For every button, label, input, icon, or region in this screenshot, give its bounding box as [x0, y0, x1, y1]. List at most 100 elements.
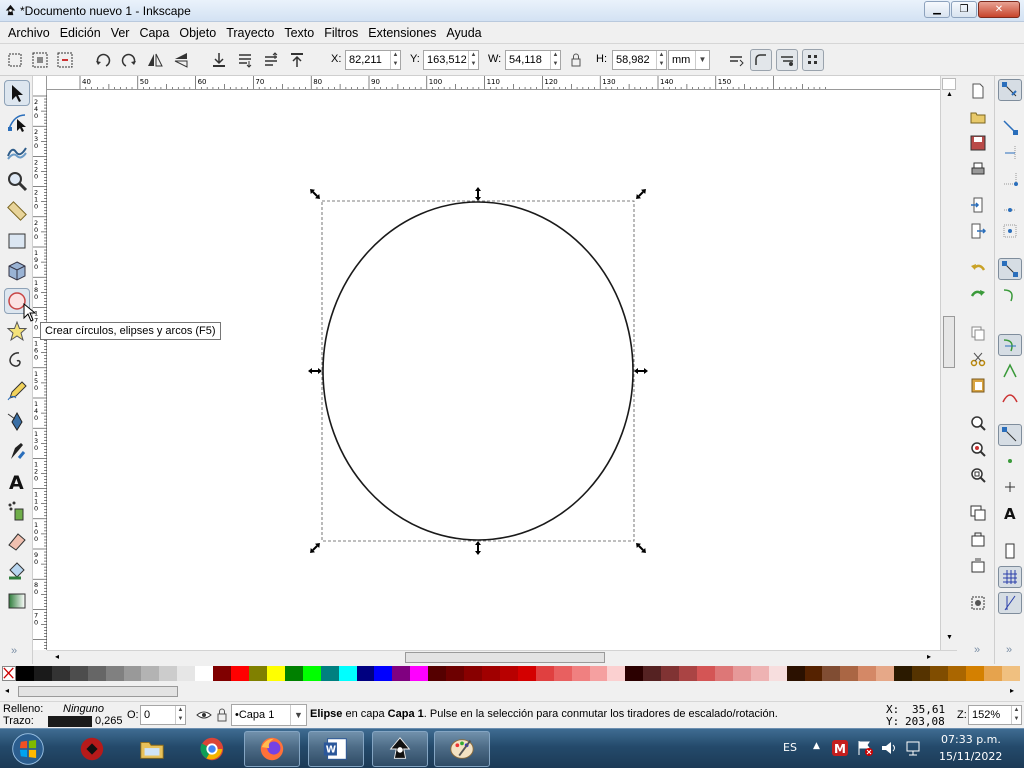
zoom-page-icon[interactable]: [966, 464, 990, 486]
snap-bbox-edge-icon[interactable]: [998, 142, 1022, 164]
snap-paths-icon[interactable]: [998, 284, 1022, 306]
snap-cusp-nodes-icon[interactable]: [998, 360, 1022, 382]
drawing-canvas[interactable]: [47, 90, 940, 650]
stroke-color-swatch[interactable]: [48, 716, 92, 727]
color-swatch[interactable]: [517, 666, 536, 681]
handle-bottom-center[interactable]: [475, 541, 481, 555]
close-button[interactable]: ✕: [978, 1, 1020, 18]
scroll-right-icon[interactable]: ▸: [927, 652, 931, 661]
snap-object-midpoint-icon[interactable]: [998, 450, 1022, 472]
x-spinner-arrows[interactable]: ▲ ▼: [390, 51, 400, 69]
color-swatch[interactable]: [446, 666, 465, 681]
color-swatch[interactable]: [374, 666, 393, 681]
paste-icon[interactable]: [966, 374, 990, 396]
vertical-scrollbar[interactable]: ▲ ▼: [940, 76, 957, 650]
menu-archivo[interactable]: Archivo: [3, 26, 55, 40]
menu-objeto[interactable]: Objeto: [174, 26, 221, 40]
horizontal-scrollbar[interactable]: ◂ ▸: [47, 650, 957, 664]
maximize-button[interactable]: ❐: [951, 1, 977, 18]
color-swatch[interactable]: [51, 666, 70, 681]
color-swatch[interactable]: [732, 666, 751, 681]
snap-nodes-icon[interactable]: [998, 258, 1022, 280]
color-swatch[interactable]: [195, 666, 214, 681]
inkscape-taskbar-icon[interactable]: [372, 731, 428, 767]
pencil-icon[interactable]: [4, 378, 30, 404]
snap-grids-icon[interactable]: [998, 566, 1022, 588]
unlink-clone-icon[interactable]: [966, 554, 990, 576]
color-swatch[interactable]: [123, 666, 142, 681]
paint-bucket-icon[interactable]: [4, 558, 30, 584]
redo-icon[interactable]: [966, 284, 990, 306]
color-swatch[interactable]: [947, 666, 966, 681]
rotate-ccw-icon[interactable]: [92, 49, 114, 71]
new-document-icon[interactable]: [966, 80, 990, 102]
y-spinner-arrows[interactable]: ▲ ▼: [468, 51, 478, 69]
language-indicator[interactable]: ES: [783, 741, 797, 754]
print-icon[interactable]: [966, 158, 990, 180]
zoom-icon[interactable]: [4, 168, 30, 194]
measure-icon[interactable]: [4, 198, 30, 224]
snap-enable-icon[interactable]: [998, 79, 1022, 101]
more-tools-icon[interactable]: »: [11, 645, 17, 657]
color-swatch[interactable]: [177, 666, 196, 681]
menu-ver[interactable]: Ver: [106, 26, 135, 40]
raise-icon[interactable]: [260, 49, 282, 71]
color-swatch[interactable]: [894, 666, 913, 681]
menu-capa[interactable]: Capa: [134, 26, 174, 40]
menu-texto[interactable]: Texto: [279, 26, 319, 40]
color-swatch[interactable]: [983, 666, 1002, 681]
undo-icon[interactable]: [966, 258, 990, 280]
selector-icon[interactable]: [4, 80, 30, 106]
handle-bottom-right[interactable]: [634, 541, 648, 555]
y-field[interactable]: 163,512 ▲ ▼: [423, 50, 479, 70]
color-swatch[interactable]: [356, 666, 375, 681]
scroll-down-icon[interactable]: ▼: [946, 634, 953, 641]
palette-scrollbar[interactable]: ◂ ▸: [0, 683, 1024, 701]
pen-icon[interactable]: [4, 408, 30, 434]
palette-scroll-left-icon[interactable]: ◂: [5, 686, 9, 695]
save-icon[interactable]: [966, 132, 990, 154]
snap-bbox-icon[interactable]: [998, 116, 1022, 138]
snap-text-baseline-icon[interactable]: A: [998, 502, 1022, 524]
h-field[interactable]: 58,982 ▲ ▼: [612, 50, 667, 70]
color-swatch[interactable]: [589, 666, 608, 681]
app-red-icon[interactable]: [64, 731, 120, 767]
export-icon[interactable]: [966, 220, 990, 242]
eraser-icon[interactable]: [4, 528, 30, 554]
color-swatch[interactable]: [1001, 666, 1020, 681]
color-swatch[interactable]: [266, 666, 285, 681]
layer-select[interactable]: •Capa 1 ▼: [231, 704, 307, 726]
zoom-spinner-arrows[interactable]: ▲ ▼: [1011, 706, 1021, 724]
color-swatch[interactable]: [822, 666, 841, 681]
opacity-spinner-arrows[interactable]: ▲ ▼: [175, 706, 185, 724]
color-swatch[interactable]: [16, 666, 34, 681]
zoom-selection-icon[interactable]: [966, 412, 990, 434]
x-field[interactable]: 82,211 ▲ ▼: [345, 50, 401, 70]
snap-others-icon[interactable]: [998, 424, 1022, 446]
color-swatch[interactable]: [33, 666, 52, 681]
select-all-layers-icon[interactable]: [29, 49, 51, 71]
tray-expand-icon[interactable]: ▲: [813, 741, 820, 751]
menu-filtros[interactable]: Filtros: [319, 26, 363, 40]
color-swatch[interactable]: [768, 666, 787, 681]
paint-icon[interactable]: [434, 731, 490, 767]
rotate-cw-icon[interactable]: [118, 49, 140, 71]
color-swatch[interactable]: [661, 666, 680, 681]
w-field[interactable]: 54,118 ▲ ▼: [505, 50, 561, 70]
start-button[interactable]: [0, 731, 56, 767]
color-swatch[interactable]: [697, 666, 715, 681]
color-swatch[interactable]: [643, 666, 662, 681]
color-swatch[interactable]: [320, 666, 339, 681]
color-swatch[interactable]: [141, 666, 160, 681]
select-same-icon[interactable]: [966, 592, 990, 614]
color-swatch[interactable]: [965, 666, 984, 681]
menu-ayuda[interactable]: Ayuda: [441, 26, 486, 40]
spiral-icon[interactable]: [4, 348, 30, 374]
color-swatch[interactable]: [302, 666, 321, 681]
handle-middle-left[interactable]: [308, 368, 322, 374]
gradient-icon[interactable]: [4, 588, 30, 614]
scroll-left-icon[interactable]: ◂: [55, 652, 59, 661]
raise-to-top-icon[interactable]: [286, 49, 308, 71]
color-swatch[interactable]: [930, 666, 948, 681]
color-swatch[interactable]: [876, 666, 895, 681]
